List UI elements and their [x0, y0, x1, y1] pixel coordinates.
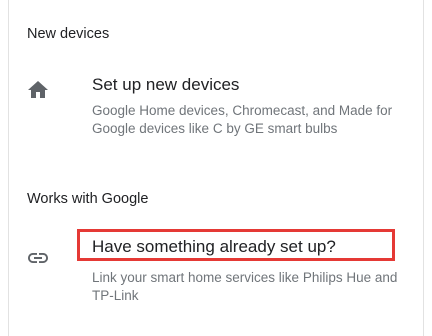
section-header-works-with-google: Works with Google	[27, 191, 149, 207]
setup-new-devices-subtitle: Google Home devices, Chromecast, and Mad…	[92, 103, 393, 136]
devices-panel: New devices Set up new devices Google Ho…	[8, 0, 424, 336]
have-something-set-up-subtitle: Link your smart home services like Phili…	[92, 270, 398, 303]
link-icon	[26, 246, 50, 270]
section-header-new-devices: New devices	[27, 26, 110, 42]
setup-new-devices-title: Set up new devices	[92, 75, 240, 94]
have-something-set-up-title: Have something already set up?	[92, 237, 336, 256]
home-icon	[26, 78, 50, 102]
